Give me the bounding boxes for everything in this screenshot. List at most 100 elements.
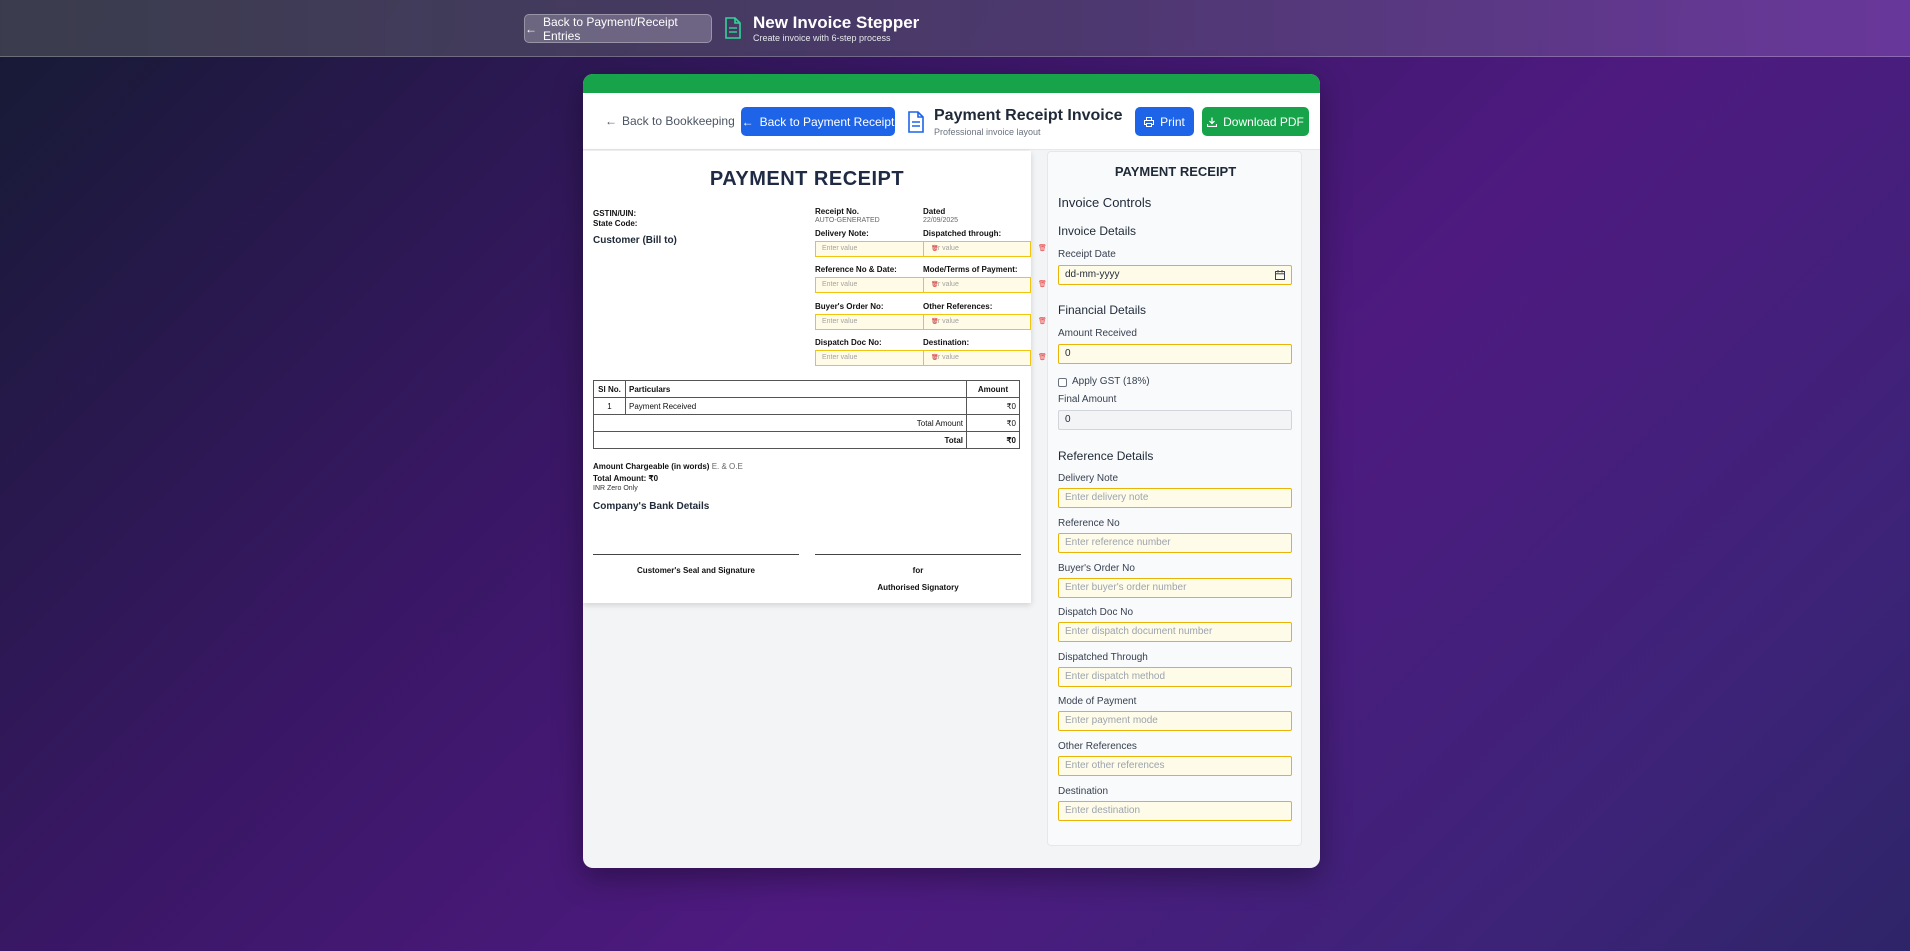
row-particulars: Payment Received — [625, 397, 967, 415]
row-sl-no: 1 — [593, 397, 626, 415]
reference-no-date-label: Reference No & Date: — [815, 265, 897, 274]
card-header: ← Back to Bookkeeping ← Back to Payment … — [583, 93, 1320, 150]
arrow-left-icon: ← — [605, 114, 617, 128]
receipt-no-value: AUTO-GENERATED — [815, 217, 880, 224]
download-pdf-label: Download PDF — [1223, 114, 1304, 129]
back-to-bookkeeping-label: Back to Bookkeeping — [622, 114, 735, 128]
arrow-left-icon: ← — [525, 21, 537, 36]
receipt-date-input[interactable]: dd-mm-yyyy — [1058, 265, 1292, 285]
total-amount-row: Total Amount ₹0 — [593, 414, 1020, 432]
invoice-details-heading: Invoice Details — [1058, 224, 1137, 238]
invoice-layout-title: Payment Receipt Invoice — [934, 107, 1123, 124]
reference-no-input[interactable]: Enter reference number — [1058, 533, 1292, 553]
trash-icon[interactable]: 🗑 — [931, 281, 939, 289]
table-row: 1 Payment Received ₹0 — [593, 397, 1020, 415]
trash-icon[interactable]: 🗑 — [931, 318, 939, 326]
trash-icon[interactable]: 🗑 — [1038, 354, 1047, 362]
apply-gst-label: Apply GST (18%) — [1072, 376, 1150, 387]
authorised-signature-line — [815, 554, 1021, 555]
dispatch-doc-no-label: Dispatch Doc No: — [815, 338, 882, 347]
mode-of-payment-input[interactable]: Enter payment mode — [1058, 711, 1292, 731]
buyers-order-no-field[interactable]: Enter value — [815, 314, 924, 330]
buyers-order-no-input[interactable]: Enter buyer's order number — [1058, 578, 1292, 598]
total-amount-value: ₹0 — [966, 414, 1020, 432]
delivery-note-label: Delivery Note: — [815, 229, 869, 238]
amount-header: Amount — [966, 380, 1020, 398]
trash-icon[interactable]: 🗑 — [1038, 245, 1047, 253]
particulars-header: Particulars — [625, 380, 967, 398]
total-label: Total — [593, 431, 967, 449]
download-icon — [1207, 117, 1218, 127]
back-to-entries-button[interactable]: ← Back to Payment/Receipt Entries — [524, 14, 712, 43]
destination-label: Destination — [1058, 786, 1109, 797]
delivery-note-field[interactable]: Enter value — [815, 241, 924, 257]
back-to-payment-receipt-button[interactable]: ← Back to Payment Receipt — [741, 107, 895, 136]
dated-label: Dated — [923, 207, 946, 216]
mode-of-payment-label: Mode of Payment — [1058, 696, 1137, 707]
page-title: New Invoice Stepper — [753, 13, 920, 32]
document-icon — [908, 111, 924, 133]
customer-bill-to-label: Customer (Bill to) — [593, 235, 677, 246]
mode-terms-payment-field[interactable]: 🗑 ter value — [923, 277, 1031, 293]
customer-signature-label: Customer's Seal and Signature — [637, 566, 755, 575]
other-references-label: Other References: — [923, 302, 993, 311]
bank-details-label: Company's Bank Details — [593, 501, 710, 512]
dispatched-through-label: Dispatched Through — [1058, 652, 1148, 663]
final-amount-label: Final Amount — [1058, 394, 1117, 405]
receipt-no-label: Receipt No. — [815, 207, 860, 216]
top-bar: ← Back to Payment/Receipt Entries New In… — [0, 0, 1910, 57]
invoice-preview: PAYMENT RECEIPT GSTIN/UIN: State Code: C… — [583, 151, 1047, 603]
back-to-payment-receipt-label: Back to Payment Receipt — [759, 114, 895, 129]
document-icon — [725, 17, 741, 39]
trash-icon[interactable]: 🗑 — [1038, 281, 1047, 289]
sl-no-header: Sl No. — [593, 380, 626, 398]
back-to-bookkeeping-link[interactable]: ← Back to Bookkeeping — [605, 110, 735, 132]
other-references-field[interactable]: 🗑 ter value — [923, 314, 1031, 330]
trash-icon[interactable]: 🗑 — [931, 245, 939, 253]
download-pdf-button[interactable]: Download PDF — [1202, 107, 1309, 136]
dispatch-doc-no-input[interactable]: Enter dispatch document number — [1058, 622, 1292, 642]
state-code-label: State Code: — [593, 219, 638, 228]
dated-value: 22/09/2025 — [923, 217, 959, 224]
dispatched-through-field[interactable]: 🗑 ter value — [923, 241, 1031, 257]
destination-input[interactable]: Enter destination — [1058, 801, 1292, 821]
customer-signature-line — [593, 554, 799, 555]
amount-received-input[interactable]: 0 — [1058, 344, 1292, 364]
trash-icon[interactable]: 🗑 — [1038, 318, 1047, 326]
delivery-note-label: Delivery Note — [1058, 473, 1119, 484]
reference-no-field[interactable]: Enter value — [815, 277, 924, 293]
back-to-entries-label: Back to Payment/Receipt Entries — [543, 14, 678, 43]
amount-received-label: Amount Received — [1058, 328, 1137, 339]
total-amount-line: Total Amount: ₹0 — [593, 474, 659, 483]
controls-heading: PAYMENT RECEIPT — [1114, 164, 1237, 179]
invoice-controls-panel: PAYMENT RECEIPT Invoice Controls Invoice… — [1047, 151, 1302, 846]
total-row: Total ₹0 — [593, 431, 1020, 449]
destination-label: Destination: — [923, 338, 970, 347]
dispatch-doc-no-field[interactable]: Enter value — [815, 350, 924, 366]
financial-details-heading: Financial Details — [1058, 303, 1147, 317]
total-value: ₹0 — [966, 431, 1020, 449]
dispatch-doc-no-label: Dispatch Doc No — [1058, 607, 1134, 618]
print-button[interactable]: Print — [1135, 107, 1194, 136]
eoe-label: E. & O.E — [711, 462, 743, 471]
receipt-title: PAYMENT RECEIPT — [709, 168, 905, 190]
receipt-date-label: Receipt Date — [1058, 249, 1116, 260]
buyers-order-no-label: Buyer's Order No — [1058, 563, 1135, 574]
arrow-left-icon: ← — [741, 114, 754, 129]
amount-in-words-value: INR Zero Only — [593, 485, 638, 492]
other-references-input[interactable]: Enter other references — [1058, 756, 1292, 776]
printer-icon — [1144, 116, 1155, 127]
destination-field[interactable]: 🗑 ter value — [923, 350, 1031, 366]
table-header-row: Sl No. Particulars Amount — [593, 380, 1020, 398]
dispatched-through-input[interactable]: Enter dispatch method — [1058, 667, 1292, 687]
card-accent-bar — [583, 74, 1320, 93]
print-label: Print — [1160, 114, 1185, 129]
mode-terms-payment-label: Mode/Terms of Payment: — [923, 265, 1018, 274]
delivery-note-input[interactable]: Enter delivery note — [1058, 488, 1292, 508]
apply-gst-checkbox[interactable] — [1058, 378, 1067, 387]
invoice-card: ← Back to Bookkeeping ← Back to Payment … — [583, 74, 1320, 868]
dispatched-through-label: Dispatched through: — [923, 229, 1002, 238]
for-label: for — [912, 566, 924, 575]
trash-icon[interactable]: 🗑 — [931, 354, 939, 362]
calendar-icon[interactable] — [1275, 270, 1285, 280]
